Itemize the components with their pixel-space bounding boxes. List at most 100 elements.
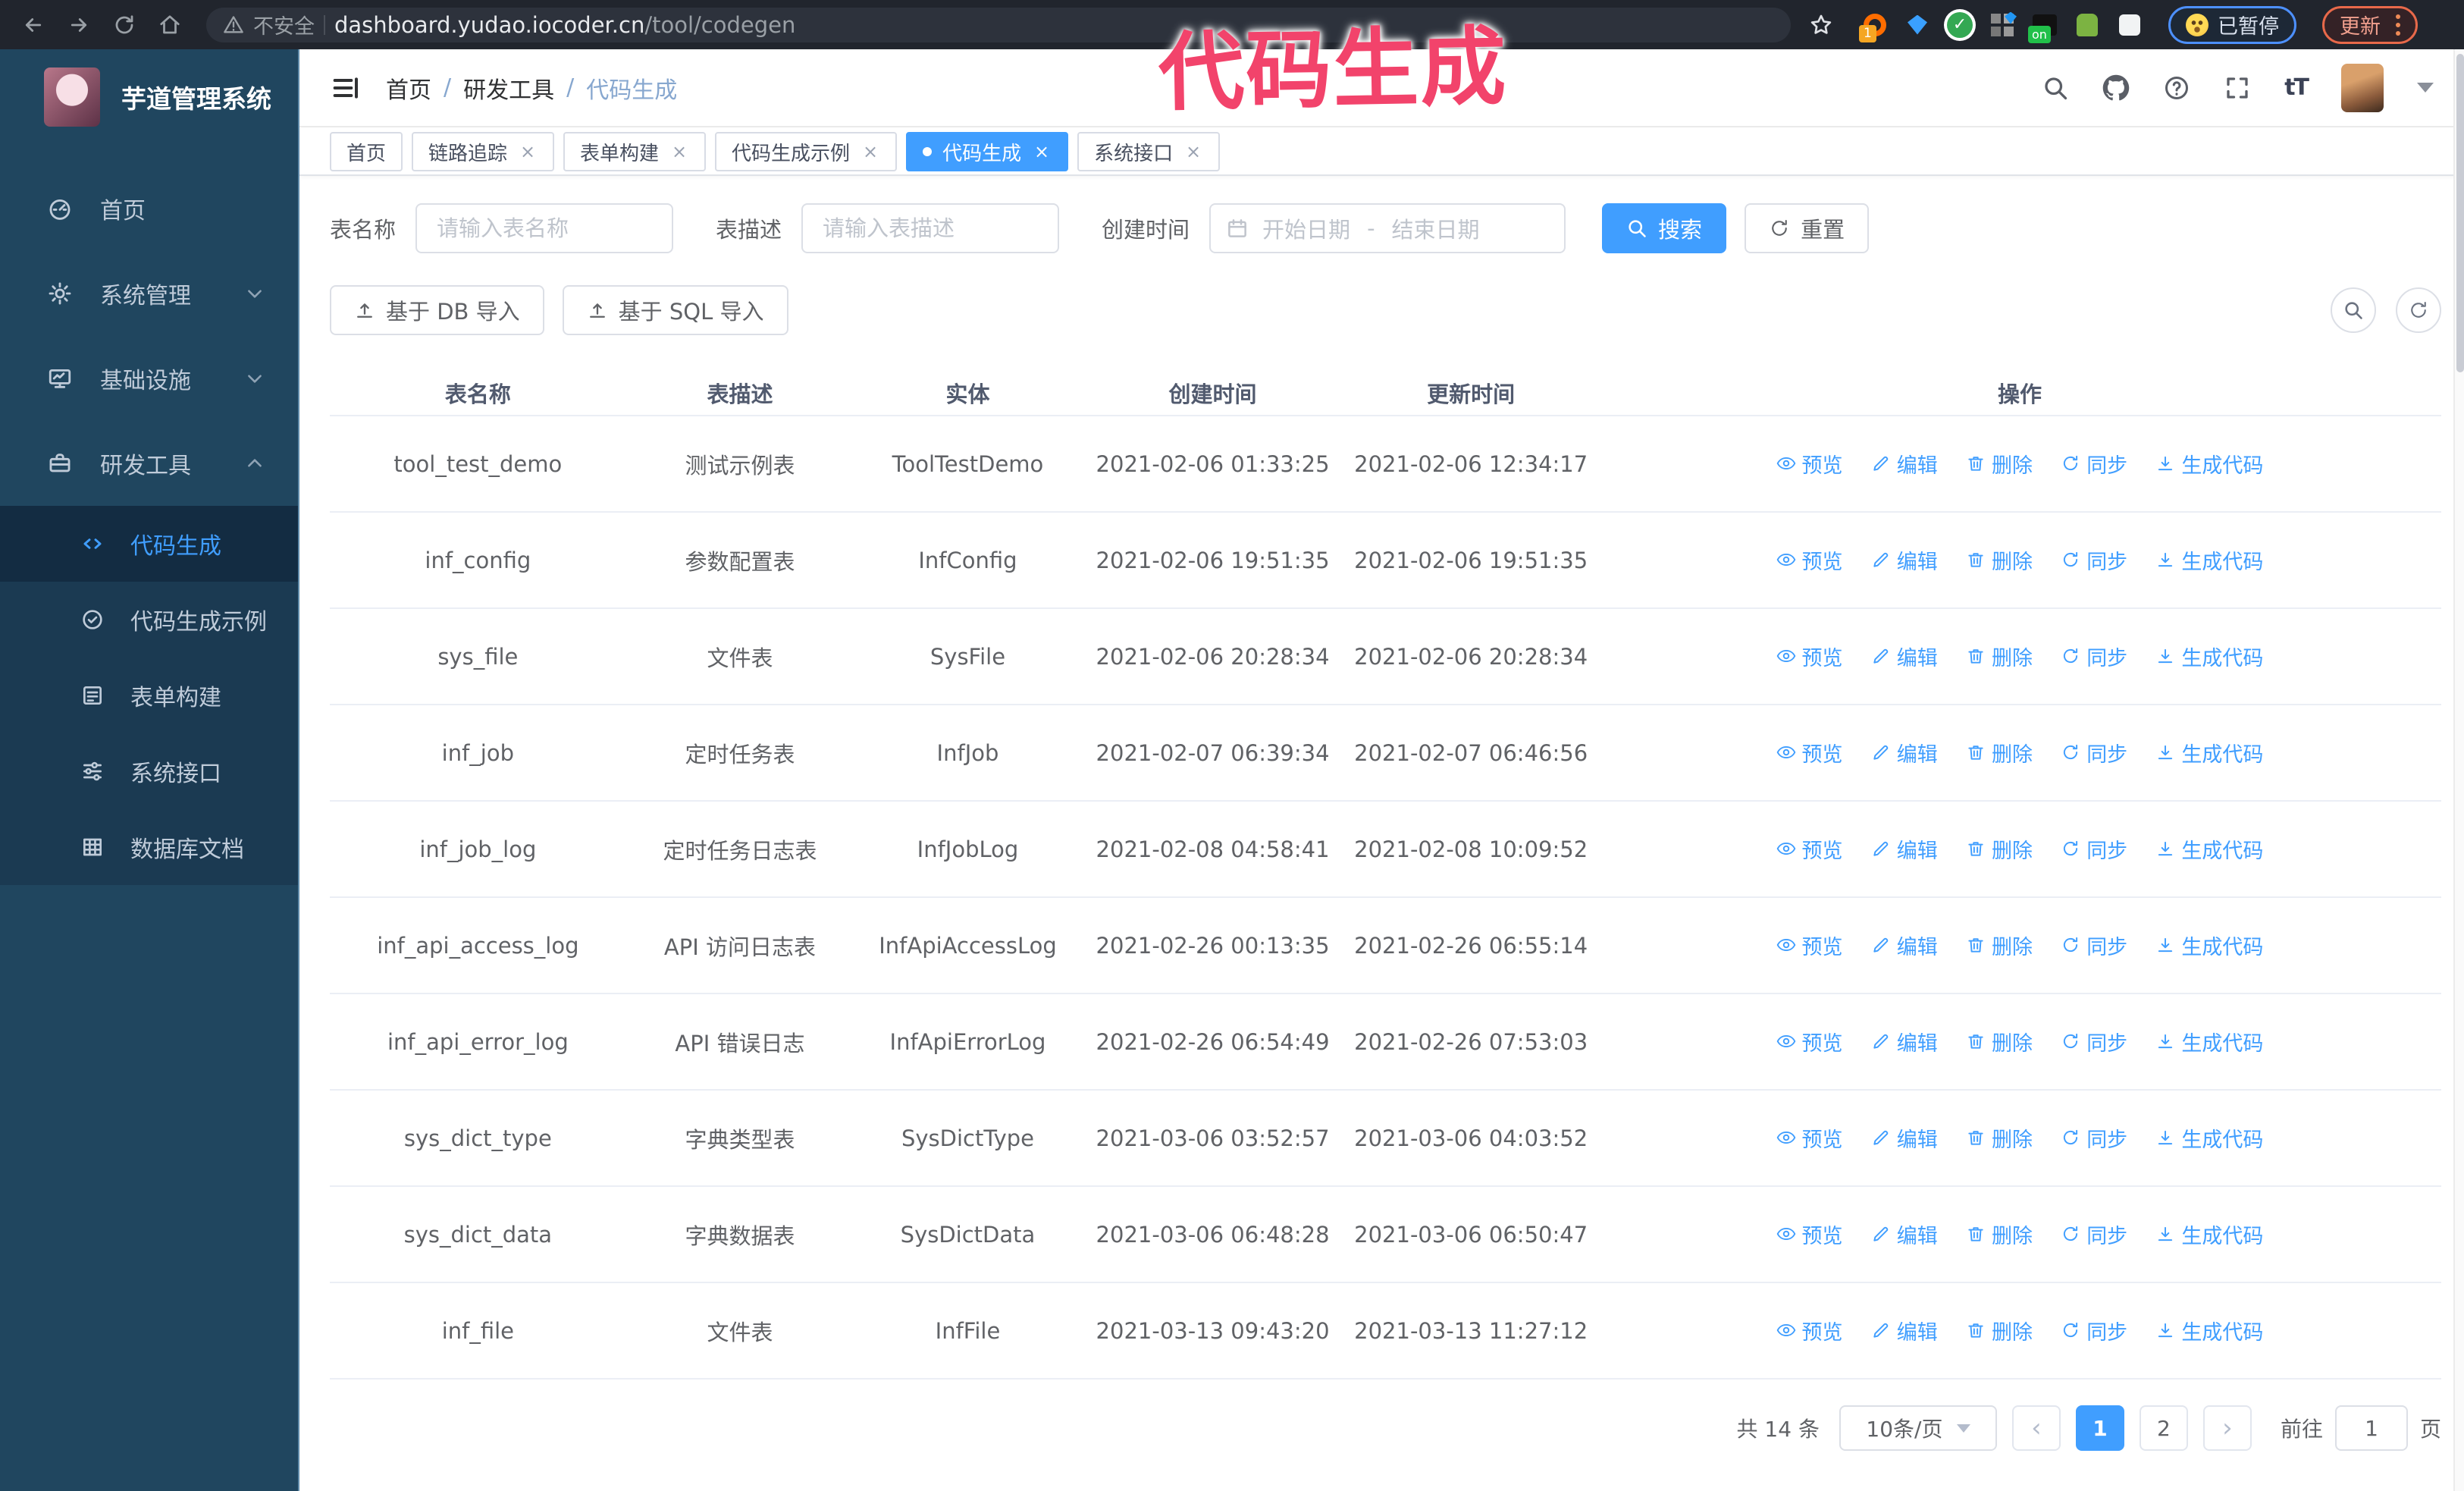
sync-link[interactable]: 同步	[2061, 642, 2127, 671]
sync-link[interactable]: 同步	[2061, 931, 2127, 960]
generate-code-link[interactable]: 生成代码	[2155, 834, 2263, 864]
toggle-search-button[interactable]	[2331, 287, 2376, 333]
preview-link[interactable]: 预览	[1776, 1123, 1843, 1153]
close-icon[interactable]	[861, 142, 880, 162]
generate-code-link[interactable]: 生成代码	[2155, 1027, 2263, 1056]
sidebar-item-devtools[interactable]: 研发工具	[0, 421, 298, 506]
prev-page-button[interactable]	[2011, 1405, 2061, 1451]
user-menu-caret-icon[interactable]	[2417, 83, 2434, 93]
tag-home[interactable]: 首页	[330, 132, 403, 171]
edit-link[interactable]: 编辑	[1871, 738, 1938, 767]
preview-link[interactable]: 预览	[1776, 1219, 1843, 1249]
generate-code-link[interactable]: 生成代码	[2155, 1316, 2263, 1345]
avatar[interactable]	[2341, 63, 2384, 112]
preview-link[interactable]: 预览	[1776, 931, 1843, 960]
github-icon[interactable]	[2102, 74, 2130, 102]
extension-icon-3[interactable]: ✓	[1947, 11, 1973, 38]
edit-link[interactable]: 编辑	[1871, 834, 1938, 864]
delete-link[interactable]: 删除	[1966, 931, 2033, 960]
import-db-button[interactable]: 基于 DB 导入	[330, 285, 544, 335]
delete-link[interactable]: 删除	[1966, 738, 2033, 767]
fullscreen-icon[interactable]	[2224, 74, 2251, 102]
delete-link[interactable]: 删除	[1966, 1316, 2033, 1345]
browser-home-icon[interactable]	[150, 5, 190, 45]
delete-link[interactable]: 删除	[1966, 1027, 2033, 1056]
import-sql-button[interactable]: 基于 SQL 导入	[562, 285, 788, 335]
generate-code-link[interactable]: 生成代码	[2155, 642, 2263, 671]
sidebar-item-system[interactable]: 系统管理	[0, 251, 298, 336]
preview-link[interactable]: 预览	[1776, 642, 1843, 671]
browser-reload-icon[interactable]	[105, 5, 144, 45]
table-name-input[interactable]	[415, 203, 674, 253]
delete-link[interactable]: 删除	[1966, 1123, 2033, 1153]
sync-link[interactable]: 同步	[2061, 545, 2127, 575]
extension-icon-1[interactable]: 1	[1859, 12, 1888, 42]
search-button[interactable]: 搜索	[1602, 203, 1727, 253]
date-range-picker[interactable]: 开始日期 - 结束日期	[1209, 203, 1566, 253]
tag-form-builder[interactable]: 表单构建	[563, 132, 707, 171]
sidebar-item-system-api[interactable]: 系统接口	[0, 733, 298, 809]
delete-link[interactable]: 删除	[1966, 449, 2033, 479]
edit-link[interactable]: 编辑	[1871, 1123, 1938, 1153]
generate-code-link[interactable]: 生成代码	[2155, 738, 2263, 767]
extension-icon-2[interactable]	[1904, 12, 1930, 38]
help-icon[interactable]	[2163, 74, 2190, 102]
sync-link[interactable]: 同步	[2061, 1027, 2127, 1056]
goto-page-input[interactable]	[2334, 1405, 2408, 1451]
sidebar-item-form-builder[interactable]: 表单构建	[0, 658, 298, 733]
browser-back-icon[interactable]	[14, 5, 53, 45]
page-button-2[interactable]: 2	[2139, 1405, 2188, 1451]
sidebar-item-infra[interactable]: 基础设施	[0, 336, 298, 421]
tag-tracing[interactable]: 链路追踪	[412, 132, 555, 171]
generate-code-link[interactable]: 生成代码	[2155, 449, 2263, 479]
table-desc-input[interactable]	[801, 203, 1060, 253]
extension-icon-6[interactable]	[2074, 12, 2100, 38]
extension-icon-7[interactable]	[2117, 12, 2143, 38]
update-button[interactable]: 更新	[2322, 5, 2418, 44]
sync-link[interactable]: 同步	[2061, 738, 2127, 767]
close-icon[interactable]	[1032, 142, 1052, 162]
browser-forward-icon[interactable]	[59, 5, 99, 45]
tag-system-api[interactable]: 系统接口	[1077, 132, 1221, 171]
sync-link[interactable]: 同步	[2061, 1316, 2127, 1345]
edit-link[interactable]: 编辑	[1871, 931, 1938, 960]
close-icon[interactable]	[669, 142, 689, 162]
generate-code-link[interactable]: 生成代码	[2155, 1123, 2263, 1153]
sync-link[interactable]: 同步	[2061, 1123, 2127, 1153]
search-icon[interactable]	[2042, 74, 2069, 102]
sidebar-item-db-doc[interactable]: 数据库文档	[0, 809, 298, 885]
breadcrumb-devtools[interactable]: 研发工具	[463, 71, 554, 105]
sidebar-item-codegen-demo[interactable]: 代码生成示例	[0, 582, 298, 658]
edit-link[interactable]: 编辑	[1871, 1219, 1938, 1249]
delete-link[interactable]: 删除	[1966, 1219, 2033, 1249]
generate-code-link[interactable]: 生成代码	[2155, 545, 2263, 575]
paused-pill[interactable]: 已暂停	[2168, 5, 2296, 44]
scrollbar-thumb[interactable]	[2456, 54, 2464, 372]
extension-icon-4[interactable]	[1989, 12, 2015, 38]
sidebar-item-codegen[interactable]: 代码生成	[0, 506, 298, 582]
preview-link[interactable]: 预览	[1776, 545, 1843, 575]
font-size-icon[interactable]: tT	[2284, 74, 2309, 101]
reset-button[interactable]: 重置	[1745, 203, 1870, 253]
preview-link[interactable]: 预览	[1776, 1316, 1843, 1345]
edit-link[interactable]: 编辑	[1871, 545, 1938, 575]
delete-link[interactable]: 删除	[1966, 642, 2033, 671]
bookmark-star-icon[interactable]	[1809, 13, 1833, 37]
preview-link[interactable]: 预览	[1776, 449, 1843, 479]
refresh-table-button[interactable]	[2396, 287, 2441, 333]
generate-code-link[interactable]: 生成代码	[2155, 931, 2263, 960]
extension-icon-5[interactable]	[2028, 12, 2058, 43]
close-icon[interactable]	[518, 142, 538, 162]
preview-link[interactable]: 预览	[1776, 834, 1843, 864]
edit-link[interactable]: 编辑	[1871, 449, 1938, 479]
edit-link[interactable]: 编辑	[1871, 1027, 1938, 1056]
close-icon[interactable]	[1183, 142, 1203, 162]
page-size-select[interactable]: 10条/页	[1839, 1405, 1997, 1451]
generate-code-link[interactable]: 生成代码	[2155, 1219, 2263, 1249]
app-logo[interactable]: 芋道管理系统	[0, 49, 298, 146]
browser-menu-icon[interactable]	[2396, 14, 2400, 36]
tag-codegen-active[interactable]: 代码生成	[906, 132, 1069, 171]
next-page-button[interactable]	[2202, 1405, 2252, 1451]
address-bar[interactable]: 不安全 dashboard.yudao.iocoder.cn/tool/code…	[206, 7, 1791, 42]
breadcrumb-home[interactable]: 首页	[386, 71, 431, 105]
